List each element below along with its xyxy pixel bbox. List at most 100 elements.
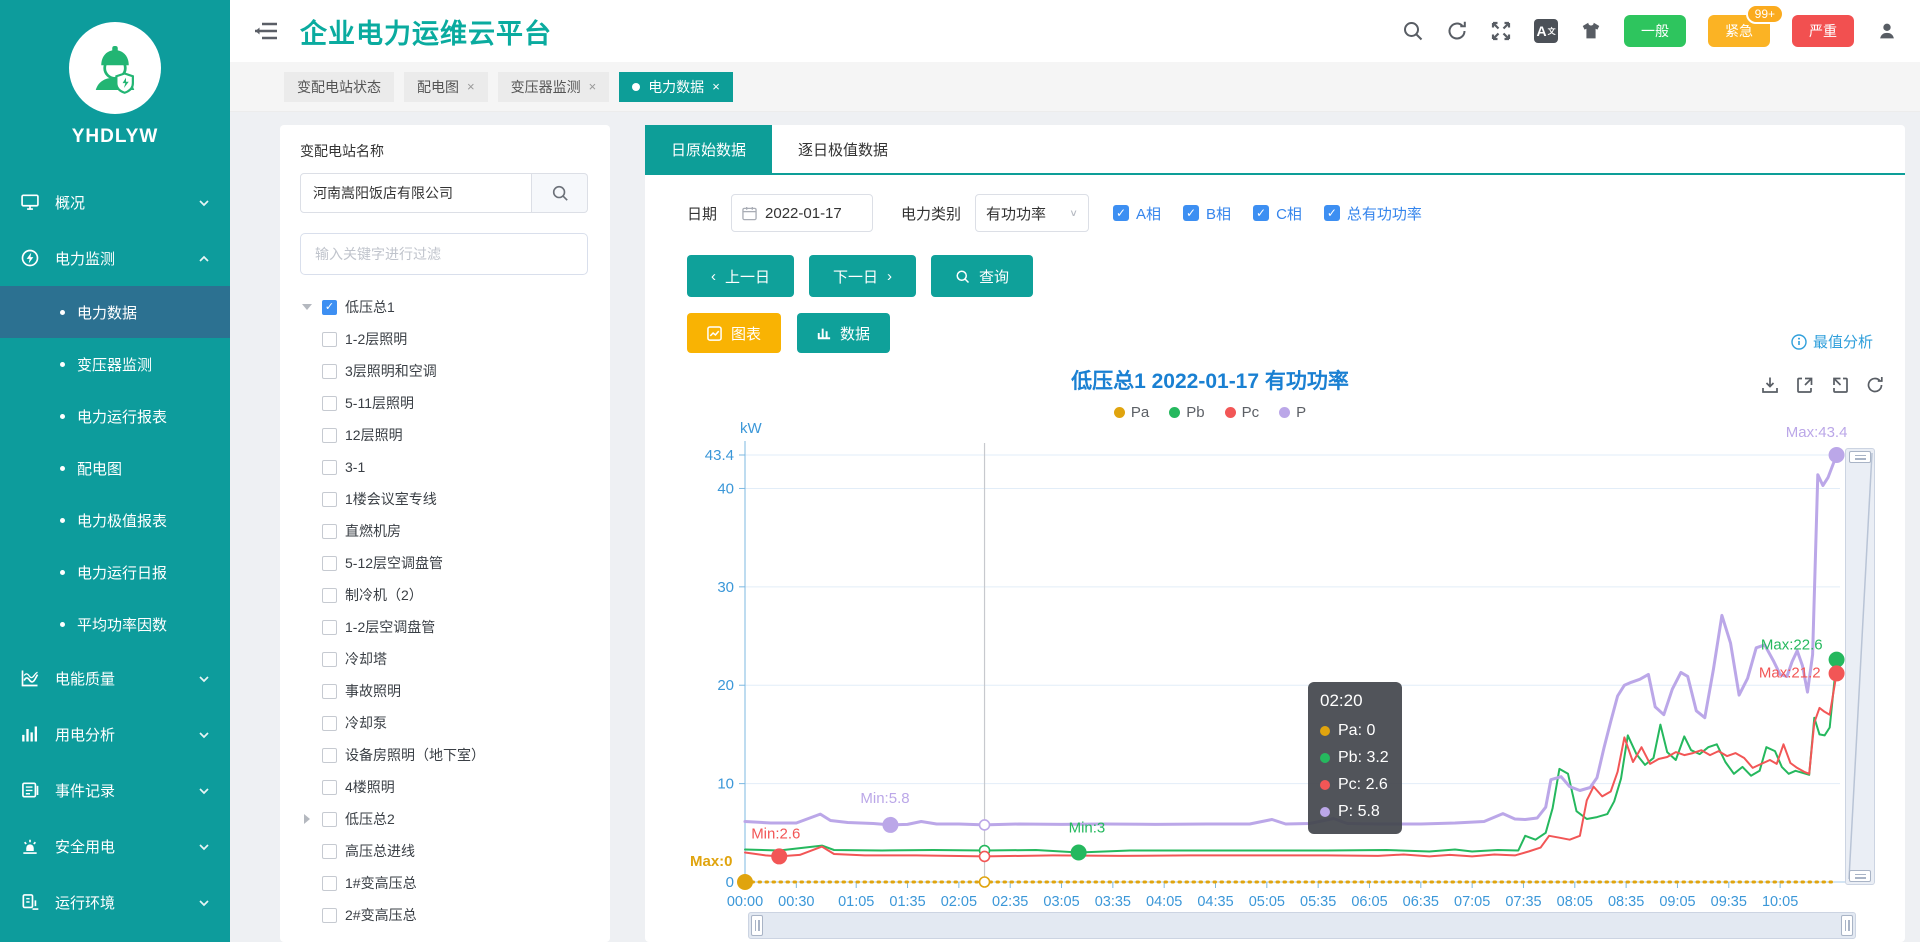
tree-checkbox[interactable] bbox=[322, 460, 337, 475]
alarm-badge[interactable]: 严重 bbox=[1792, 15, 1854, 47]
breadcrumb-tab[interactable]: 变压器监测× bbox=[498, 72, 610, 102]
prev-day-button[interactable]: ‹ 上一日 bbox=[687, 255, 794, 297]
tree-checkbox[interactable] bbox=[322, 396, 337, 411]
close-tab-icon[interactable]: × bbox=[712, 79, 720, 94]
horizontal-datazoom-slider[interactable] bbox=[748, 912, 1856, 939]
sidebar-item-5[interactable]: 事件记录 bbox=[0, 762, 230, 818]
tree-node-child[interactable]: 3-1 bbox=[300, 451, 590, 483]
tree-checkbox[interactable] bbox=[322, 428, 337, 443]
station-search-button[interactable] bbox=[532, 173, 588, 213]
data-view-button[interactable]: 数据 bbox=[797, 313, 890, 353]
tree-checkbox[interactable] bbox=[322, 876, 337, 891]
power-type-select[interactable]: 有功功率 ∨ bbox=[975, 194, 1089, 232]
sidebar-subitem[interactable]: 配电图 bbox=[0, 442, 230, 494]
breadcrumb-tab[interactable]: 电力数据× bbox=[619, 72, 733, 102]
checkbox-checked-icon[interactable]: ✓ bbox=[1324, 205, 1340, 221]
phase-checkbox[interactable]: ✓A相 bbox=[1113, 203, 1161, 224]
sidebar-subitem[interactable]: 电力数据 bbox=[0, 286, 230, 338]
sidebar-item-2[interactable]: 电力监测 bbox=[0, 230, 230, 286]
tree-node-child[interactable]: 4楼照明 bbox=[300, 771, 590, 803]
fullscreen-icon[interactable] bbox=[1490, 20, 1512, 42]
tree-filter-input[interactable] bbox=[300, 233, 588, 275]
breadcrumb-tab[interactable]: 变配电站状态 bbox=[284, 72, 394, 102]
max-min-analysis-link[interactable]: 最值分析 bbox=[1791, 331, 1873, 352]
vertical-datazoom-slider[interactable] bbox=[1845, 448, 1875, 885]
alarm-badge[interactable]: 紧急99+ bbox=[1708, 15, 1770, 47]
restore-icon[interactable] bbox=[1830, 375, 1850, 395]
tree-checkbox[interactable] bbox=[322, 716, 337, 731]
sidebar-item-7[interactable]: 运行环境 bbox=[0, 874, 230, 930]
station-search-input[interactable] bbox=[300, 173, 532, 213]
tree-checkbox[interactable] bbox=[322, 332, 337, 347]
theme-icon[interactable] bbox=[1580, 20, 1602, 42]
translate-icon[interactable]: A文 bbox=[1534, 19, 1558, 43]
sidebar-subitem[interactable]: 平均功率因数 bbox=[0, 598, 230, 650]
tree-node-child[interactable]: 1楼会议室专线 bbox=[300, 483, 590, 515]
datazoom-handle-left[interactable] bbox=[751, 915, 763, 936]
next-day-button[interactable]: 下一日 › bbox=[809, 255, 916, 297]
menu-collapse-icon[interactable] bbox=[254, 21, 278, 41]
tree-node[interactable]: 2#变高压总 bbox=[300, 899, 590, 931]
tree-checkbox[interactable] bbox=[322, 492, 337, 507]
sidebar-item-6[interactable]: 安全用电 bbox=[0, 818, 230, 874]
alarm-badge[interactable]: 一般 bbox=[1624, 15, 1686, 47]
tree-checkbox[interactable] bbox=[322, 524, 337, 539]
tree-checkbox[interactable] bbox=[322, 844, 337, 859]
tree-node-child[interactable]: 设备房照明（地下室） bbox=[300, 739, 590, 771]
tree-node-child[interactable]: 3层照明和空调 bbox=[300, 355, 590, 387]
tree-node-child[interactable]: 12层照明 bbox=[300, 419, 590, 451]
checkbox-checked-icon[interactable]: ✓ bbox=[1113, 205, 1129, 221]
caret-down-icon[interactable] bbox=[300, 300, 314, 314]
close-tab-icon[interactable]: × bbox=[589, 79, 597, 94]
tree-node-child[interactable]: 5-11层照明 bbox=[300, 387, 590, 419]
tree-checkbox[interactable] bbox=[322, 588, 337, 603]
sidebar-item-4[interactable]: 用电分析 bbox=[0, 706, 230, 762]
checkbox-checked-icon[interactable]: ✓ bbox=[1253, 205, 1269, 221]
close-tab-icon[interactable]: × bbox=[467, 79, 475, 94]
tree-node-child[interactable]: 1-2层照明 bbox=[300, 323, 590, 355]
tree-node-child[interactable]: 制冷机（2） bbox=[300, 579, 590, 611]
chart-view-button[interactable]: 图表 bbox=[687, 313, 781, 353]
zoom-box-icon[interactable] bbox=[1795, 375, 1815, 395]
datazoom-handle-top[interactable] bbox=[1849, 451, 1871, 463]
tree-node-child[interactable]: 冷却泵 bbox=[300, 707, 590, 739]
data-tab[interactable]: 日原始数据 bbox=[645, 125, 772, 173]
tree-node-child[interactable]: 事故照明 bbox=[300, 675, 590, 707]
tree-checkbox[interactable] bbox=[322, 812, 337, 827]
phase-checkbox[interactable]: ✓B相 bbox=[1183, 203, 1231, 224]
query-button[interactable]: 查询 bbox=[931, 255, 1033, 297]
sidebar-subitem[interactable]: 电力极值报表 bbox=[0, 494, 230, 546]
tree-checkbox[interactable] bbox=[322, 780, 337, 795]
tree-checkbox[interactable] bbox=[322, 908, 337, 923]
download-icon[interactable] bbox=[1760, 375, 1780, 395]
tree-checkbox[interactable] bbox=[322, 684, 337, 699]
tree-checkbox[interactable]: ✓ bbox=[322, 300, 337, 315]
data-tab[interactable]: 逐日极值数据 bbox=[772, 125, 914, 173]
tree-node-child[interactable]: 直燃机房 bbox=[300, 515, 590, 547]
tree-checkbox[interactable] bbox=[322, 620, 337, 635]
search-icon[interactable] bbox=[1402, 20, 1424, 42]
user-icon[interactable] bbox=[1876, 20, 1898, 42]
date-picker[interactable]: 2022-01-17 bbox=[731, 194, 873, 232]
tree-node[interactable]: ✓低压总1 bbox=[300, 291, 590, 323]
tree-node-child[interactable]: 冷却塔 bbox=[300, 643, 590, 675]
tree-checkbox[interactable] bbox=[322, 364, 337, 379]
sidebar-item-3[interactable]: 电能质量 bbox=[0, 650, 230, 706]
datazoom-handle-right[interactable] bbox=[1841, 915, 1853, 936]
datazoom-handle-bottom[interactable] bbox=[1849, 870, 1871, 882]
phase-checkbox[interactable]: ✓C相 bbox=[1253, 203, 1302, 224]
tree-node[interactable]: 低压总2 bbox=[300, 803, 590, 835]
sidebar-item-1[interactable]: 概况 bbox=[0, 174, 230, 230]
sidebar-subitem[interactable]: 电力运行报表 bbox=[0, 390, 230, 442]
tree-node[interactable]: 1#变高压总 bbox=[300, 867, 590, 899]
sidebar-subitem[interactable]: 电力运行日报 bbox=[0, 546, 230, 598]
tree-node[interactable]: 高压总进线 bbox=[300, 835, 590, 867]
caret-right-icon[interactable] bbox=[300, 812, 314, 826]
breadcrumb-tab[interactable]: 配电图× bbox=[404, 72, 488, 102]
tree-node-child[interactable]: 5-12层空调盘管 bbox=[300, 547, 590, 579]
phase-checkbox[interactable]: ✓总有功功率 bbox=[1324, 203, 1422, 224]
sidebar-subitem[interactable]: 变压器监测 bbox=[0, 338, 230, 390]
checkbox-checked-icon[interactable]: ✓ bbox=[1183, 205, 1199, 221]
tree-checkbox[interactable] bbox=[322, 556, 337, 571]
refresh-icon[interactable] bbox=[1446, 20, 1468, 42]
